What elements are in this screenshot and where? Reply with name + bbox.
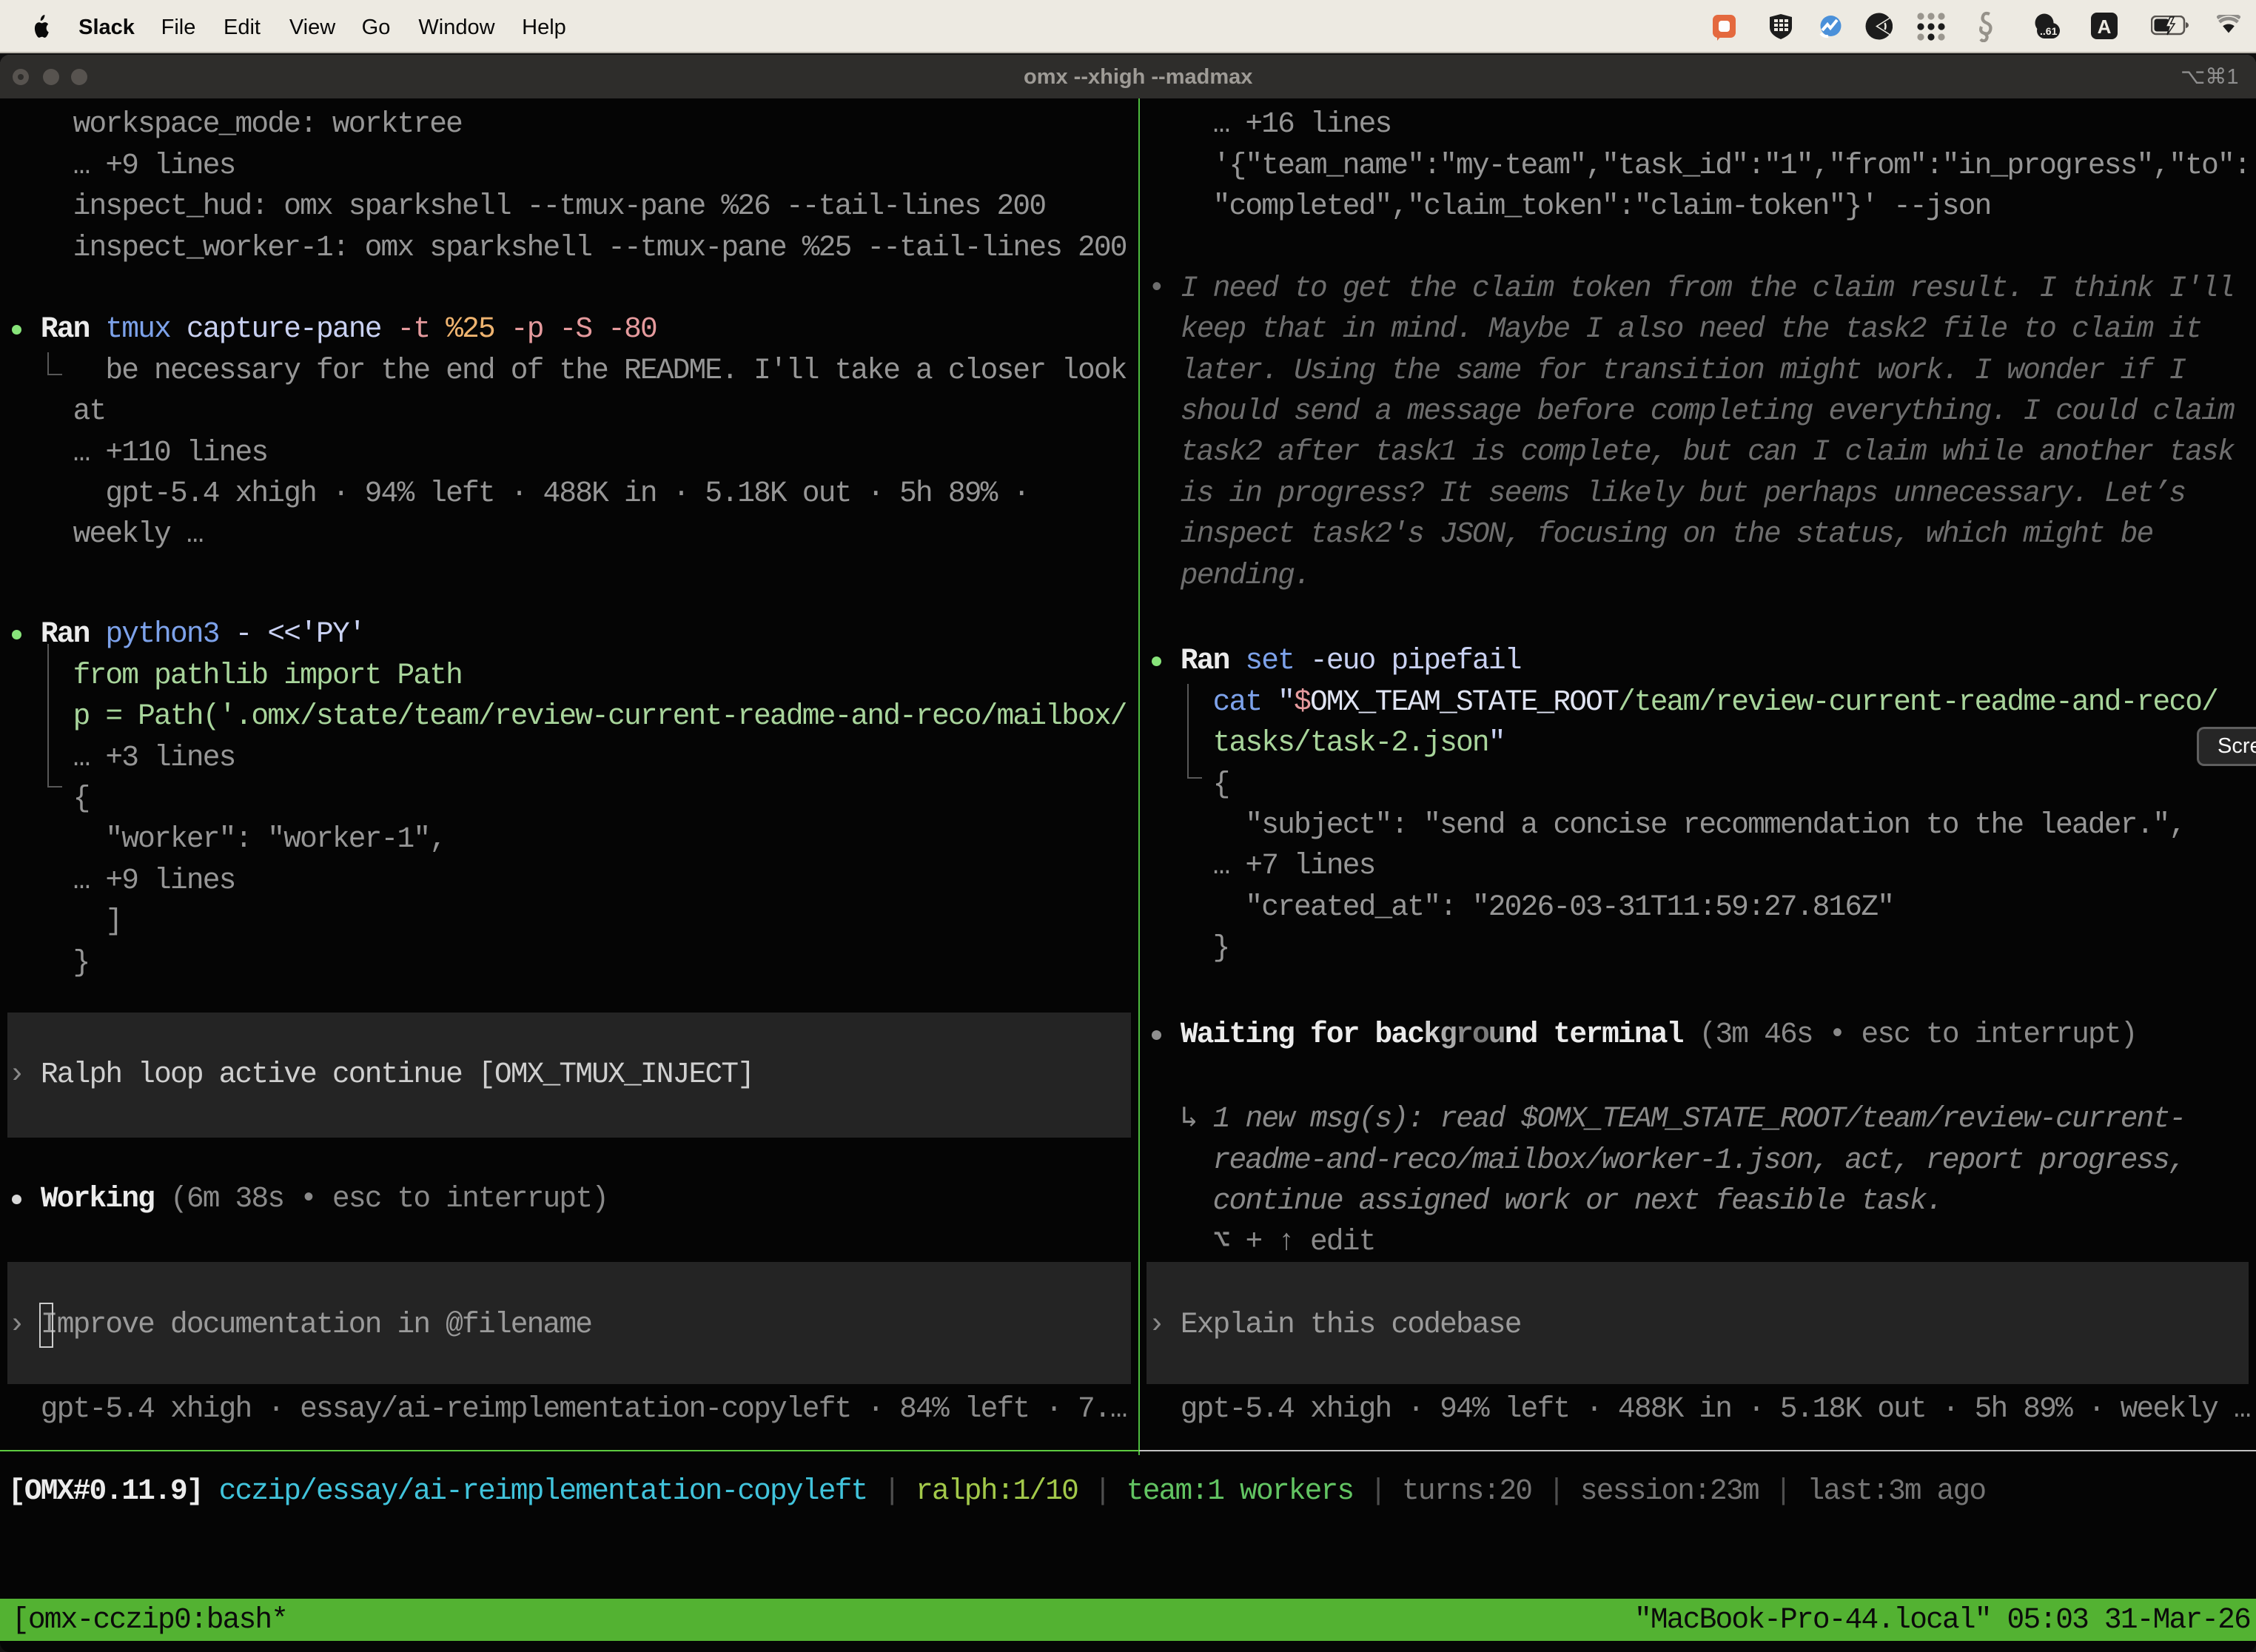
svg-text:..61: ..61 (2040, 25, 2058, 37)
